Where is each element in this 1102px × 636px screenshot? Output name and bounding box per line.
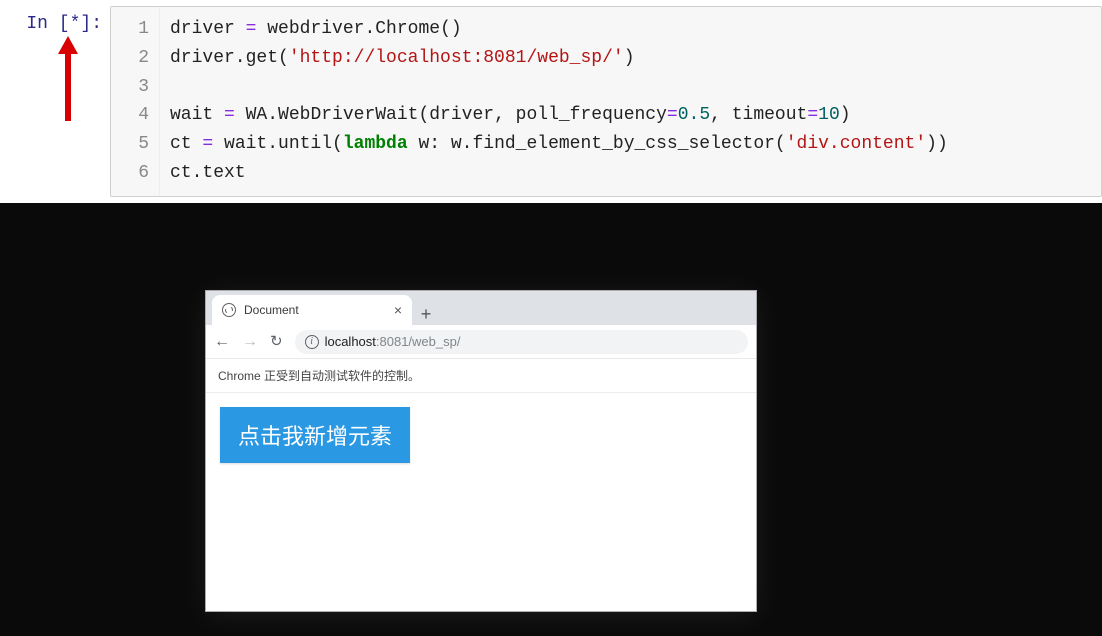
- code-text: )): [926, 134, 948, 154]
- jupyter-input-cell: In [*]: 1 2 3 4 5 6 driver = webdriver.C…: [0, 0, 1102, 203]
- tab-title: Document: [244, 303, 299, 317]
- address-bar[interactable]: i localhost:8081/web_sp/: [295, 330, 748, 354]
- code-editor[interactable]: 1 2 3 4 5 6 driver = webdriver.Chrome() …: [110, 6, 1102, 197]
- code-text: ): [624, 48, 635, 68]
- code-text: ct: [170, 134, 202, 154]
- prompt-bracket-close: ]:: [80, 14, 102, 34]
- code-text: w: w.find_element_by_css_selector(: [408, 134, 786, 154]
- line-number: 5: [121, 130, 149, 159]
- new-tab-button[interactable]: +: [412, 304, 440, 325]
- browser-toolbar: ← → ↻ i localhost:8081/web_sp/: [206, 325, 756, 359]
- code-text: wait: [170, 105, 224, 125]
- code-body[interactable]: driver = webdriver.Chrome() driver.get('…: [159, 7, 1101, 196]
- arrow-up-annotation-icon: [58, 36, 78, 121]
- automation-controlled-banner: Chrome 正受到自动测试软件的控制。: [206, 359, 756, 393]
- forward-button[interactable]: →: [242, 334, 258, 350]
- prompt-bracket-open: [: [59, 14, 70, 34]
- globe-icon: [222, 303, 236, 317]
- chrome-window: Document × + ← → ↻ i localhost:8081/web_…: [206, 291, 756, 611]
- back-button[interactable]: ←: [214, 334, 230, 350]
- add-element-button[interactable]: 点击我新增元素: [220, 407, 410, 463]
- code-text: driver: [170, 19, 246, 39]
- line-number: 4: [121, 101, 149, 130]
- page-viewport: 点击我新增元素: [206, 393, 756, 477]
- code-op: =: [202, 134, 213, 154]
- code-string: 'div.content': [786, 134, 926, 154]
- code-text: ): [840, 105, 851, 125]
- code-op: =: [246, 19, 257, 39]
- code-keyword: lambda: [343, 134, 408, 154]
- code-string: 'http://localhost:8081/web_sp/': [289, 48, 624, 68]
- code-number: 0.5: [678, 105, 710, 125]
- code-op: =: [224, 105, 235, 125]
- code-text: , timeout: [710, 105, 807, 125]
- code-text: ct.text: [170, 163, 246, 183]
- url-path: :8081/web_sp/: [376, 334, 461, 349]
- site-info-icon[interactable]: i: [305, 335, 319, 349]
- line-number: 3: [121, 73, 149, 102]
- code-op: =: [667, 105, 678, 125]
- code-text: driver.get(: [170, 48, 289, 68]
- line-number: 6: [121, 159, 149, 188]
- code-number: 10: [818, 105, 840, 125]
- prompt-running-star: *: [70, 14, 81, 34]
- cell-prompt: In [*]:: [0, 6, 110, 197]
- code-text: webdriver.Chrome(): [256, 19, 461, 39]
- code-op: =: [807, 105, 818, 125]
- reload-button[interactable]: ↻: [270, 334, 283, 349]
- line-number-gutter: 1 2 3 4 5 6: [111, 7, 159, 196]
- code-text: wait.until(: [213, 134, 343, 154]
- close-tab-button[interactable]: ×: [394, 303, 402, 317]
- line-number: 2: [121, 44, 149, 73]
- prompt-in-text: In: [26, 14, 58, 34]
- browser-tab-active[interactable]: Document ×: [212, 295, 412, 325]
- line-number: 1: [121, 15, 149, 44]
- url-host: localhost: [325, 334, 376, 349]
- tab-strip: Document × +: [206, 291, 756, 325]
- code-text: WA.WebDriverWait(driver, poll_frequency: [235, 105, 667, 125]
